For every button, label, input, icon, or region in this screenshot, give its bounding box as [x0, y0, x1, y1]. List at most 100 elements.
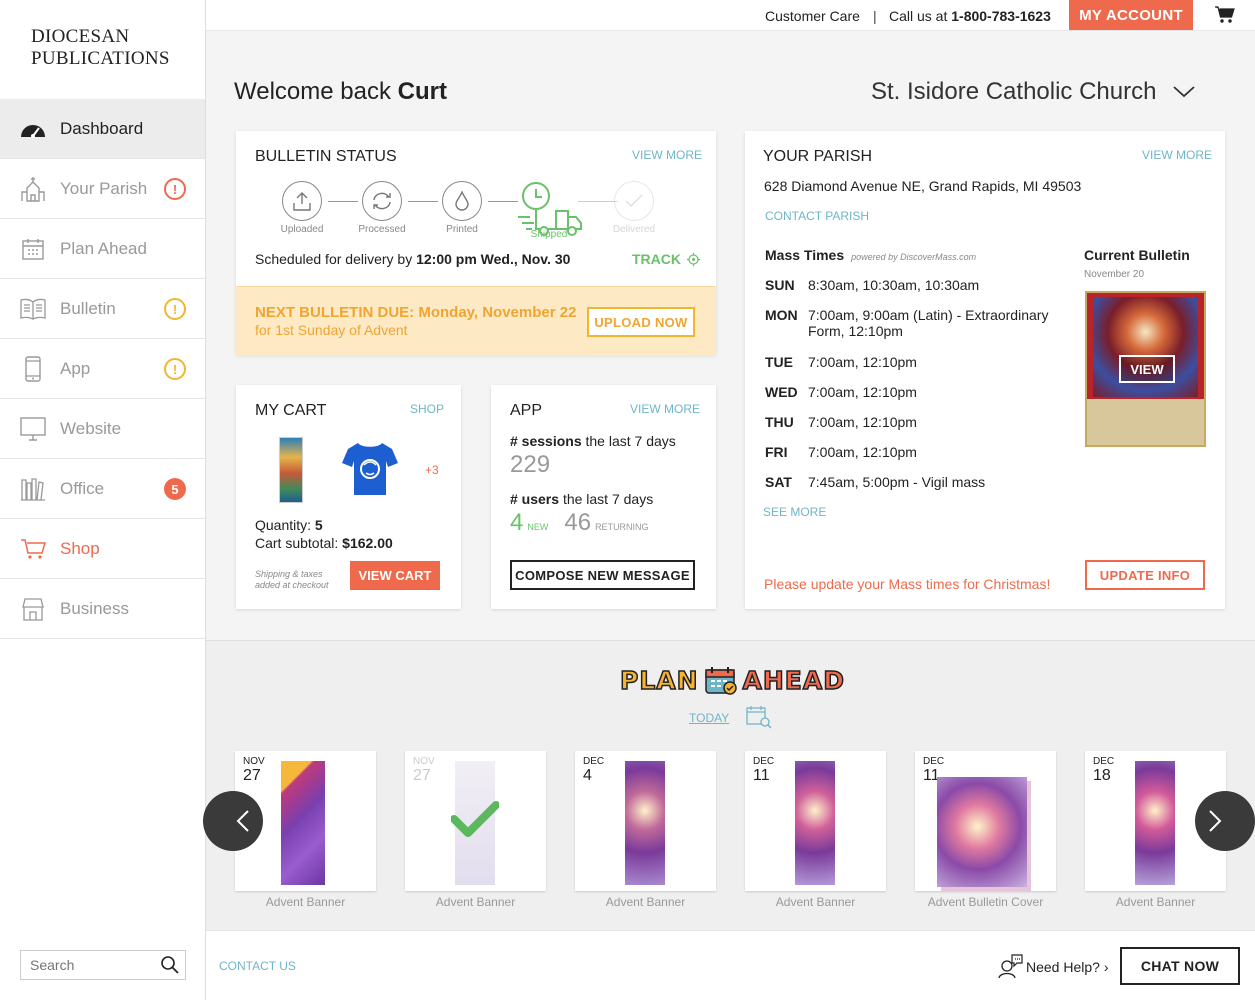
due-title: NEXT BULLETIN DUE: Monday, November 22	[255, 304, 577, 321]
mass-row: FRI 7:00am, 12:10pm	[765, 444, 917, 460]
sidebar-item-shop[interactable]: Shop	[0, 519, 205, 579]
customer-care-link[interactable]: Customer Care	[765, 8, 860, 24]
today-link[interactable]: TODAY	[689, 711, 729, 725]
cart-icon[interactable]	[1215, 6, 1235, 29]
item-day: 4	[583, 767, 592, 784]
mass-times: 7:00am, 12:10pm	[808, 414, 917, 430]
view-more-link[interactable]: VIEW MORE	[1142, 148, 1212, 162]
cart-quantity: Quantity: 5	[255, 517, 323, 533]
mass-day: THU	[765, 414, 794, 430]
mass-row: SAT 7:45am, 5:00pm - Vigil mass	[765, 474, 985, 490]
item-day: 11	[753, 767, 770, 784]
sidebar-item-app[interactable]: App !	[0, 339, 205, 399]
desktop-monitor-icon	[20, 416, 46, 442]
item-day: 18	[1093, 767, 1111, 784]
item-month: DEC	[753, 756, 775, 767]
sidebar-item-label: Website	[60, 418, 122, 438]
my-account-button[interactable]: MY ACCOUNT	[1069, 0, 1193, 30]
alert-badge: !	[164, 178, 186, 200]
carousel-prev-button[interactable]	[203, 791, 263, 851]
mass-times-title: Mass Times	[765, 247, 845, 263]
chat-now-button[interactable]: CHAT NOW	[1120, 947, 1240, 985]
mass-times-line-1: 7:00am, 9:00am (Latin) - Extraordinary	[808, 307, 1049, 323]
item-caption: Advent Banner	[1115, 895, 1196, 909]
sidebar-item-office[interactable]: Office 5	[0, 459, 205, 519]
step-processed: Processed	[352, 181, 412, 235]
search-icon[interactable]	[161, 956, 179, 979]
sidebar-search	[20, 950, 186, 980]
contact-us-link[interactable]: CONTACT US	[219, 959, 296, 973]
sidebar-item-label: Plan Ahead	[60, 238, 147, 258]
view-cart-button[interactable]: VIEW CART	[350, 561, 440, 590]
mass-day: SUN	[765, 277, 795, 293]
sidebar-item-bulletin[interactable]: Bulletin !	[0, 279, 205, 339]
books-icon	[20, 476, 46, 502]
chevron-right-icon	[1208, 809, 1222, 833]
sidebar-item-label: Shop	[60, 538, 100, 558]
plan-item[interactable]: DEC 11 Advent Banner	[745, 751, 886, 909]
bulletin-cover-text	[1087, 399, 1204, 445]
advent-banner-image	[1135, 761, 1175, 885]
view-more-link[interactable]: VIEW MORE	[632, 148, 702, 162]
sidebar-item-plan-ahead[interactable]: Plan Ahead	[0, 219, 205, 279]
target-icon	[687, 252, 700, 266]
plan-item[interactable]: DEC 4 Advent Banner	[575, 751, 716, 909]
parish-selector[interactable]: St. Isidore Catholic Church	[871, 78, 1196, 106]
view-more-link[interactable]: VIEW MORE	[630, 402, 700, 416]
chevron-left-icon	[236, 809, 250, 833]
cart-item-banner-thumbnail[interactable]	[279, 437, 303, 503]
delivery-schedule: Scheduled for delivery by 12:00 pm Wed.,…	[255, 251, 570, 267]
mass-times: 7:00am, 12:10pm	[808, 384, 917, 400]
completed-checkmark-icon	[450, 799, 500, 844]
call-us-text: Call us at 1-800-783-1623	[889, 8, 1051, 24]
sidebar-item-label: Office	[60, 478, 105, 498]
item-day: 27	[243, 767, 261, 784]
schedule-prefix: Scheduled for delivery by	[255, 251, 413, 267]
current-bulletin-date: November 20	[1084, 269, 1145, 280]
item-month: DEC	[923, 756, 945, 767]
sidebar-item-business[interactable]: Business	[0, 579, 205, 639]
cart-item-tshirt-thumbnail[interactable]	[340, 439, 400, 504]
next-bulletin-due-banner: NEXT BULLETIN DUE: Monday, November 22 f…	[236, 286, 716, 356]
upload-now-button[interactable]: UPLOAD NOW	[587, 307, 695, 337]
sidebar-item-website[interactable]: Website	[0, 399, 205, 459]
ink-drop-icon	[442, 181, 482, 221]
shop-link[interactable]: SHOP	[410, 402, 444, 416]
plan-item[interactable]: DEC 11 Advent Bulletin Cover	[915, 751, 1056, 909]
logo[interactable]: DIOCESAN PUBLICATIONS	[31, 26, 170, 70]
mass-times: 7:45am, 5:00pm - Vigil mass	[808, 474, 986, 490]
sidebar-item-label: Dashboard	[60, 118, 144, 138]
track-link[interactable]: TRACK	[632, 251, 700, 267]
calendar-search-icon[interactable]	[746, 705, 772, 734]
step-printed: Printed	[432, 181, 492, 235]
view-bulletin-button[interactable]: VIEW	[1119, 355, 1175, 383]
schedule-time: 12:00 pm Wed., Nov. 30	[416, 251, 571, 267]
sidebar-item-dashboard[interactable]: Dashboard	[0, 99, 205, 159]
sidebar-item-your-parish[interactable]: Your Parish !	[0, 159, 205, 219]
update-info-button[interactable]: UPDATE INFO	[1085, 560, 1205, 590]
phone-number[interactable]: 1-800-783-1623	[951, 8, 1051, 24]
advent-banner-image	[625, 761, 665, 885]
mass-day: TUE	[765, 354, 793, 370]
plan-item[interactable]: NOV 27 Advent Banner	[405, 751, 546, 909]
shipping-note-line-1: Shipping & taxes	[255, 569, 323, 579]
users-label-rest: the last 7 days	[562, 491, 654, 507]
card-title: APP	[510, 402, 543, 419]
item-caption: Advent Bulletin Cover	[927, 895, 1044, 909]
mass-times: 7:00am, 12:10pm	[808, 444, 917, 460]
top-bar: Customer Care | Call us at 1-800-783-162…	[206, 0, 1255, 31]
carousel-next-button[interactable]	[1195, 791, 1255, 851]
current-bulletin-thumbnail[interactable]: VIEW	[1085, 291, 1206, 447]
need-help-link[interactable]: Need Help? ›	[1026, 959, 1109, 975]
users-label-bold: # users	[510, 491, 560, 507]
subtotal-label: Cart subtotal:	[255, 535, 339, 551]
storefront-icon	[20, 596, 46, 622]
mass-times-notice: Please update your Mass times for Christ…	[764, 576, 1051, 592]
contact-parish-link[interactable]: CONTACT PARISH	[765, 209, 869, 223]
mass-row: TUE 7:00am, 12:10pm	[765, 354, 917, 370]
see-more-link[interactable]: SEE MORE	[763, 505, 826, 519]
search-input[interactable]	[21, 957, 151, 973]
advent-banner-image	[795, 761, 835, 885]
compose-message-button[interactable]: COMPOSE NEW MESSAGE	[510, 560, 695, 590]
more-items-count[interactable]: +3	[425, 463, 439, 477]
